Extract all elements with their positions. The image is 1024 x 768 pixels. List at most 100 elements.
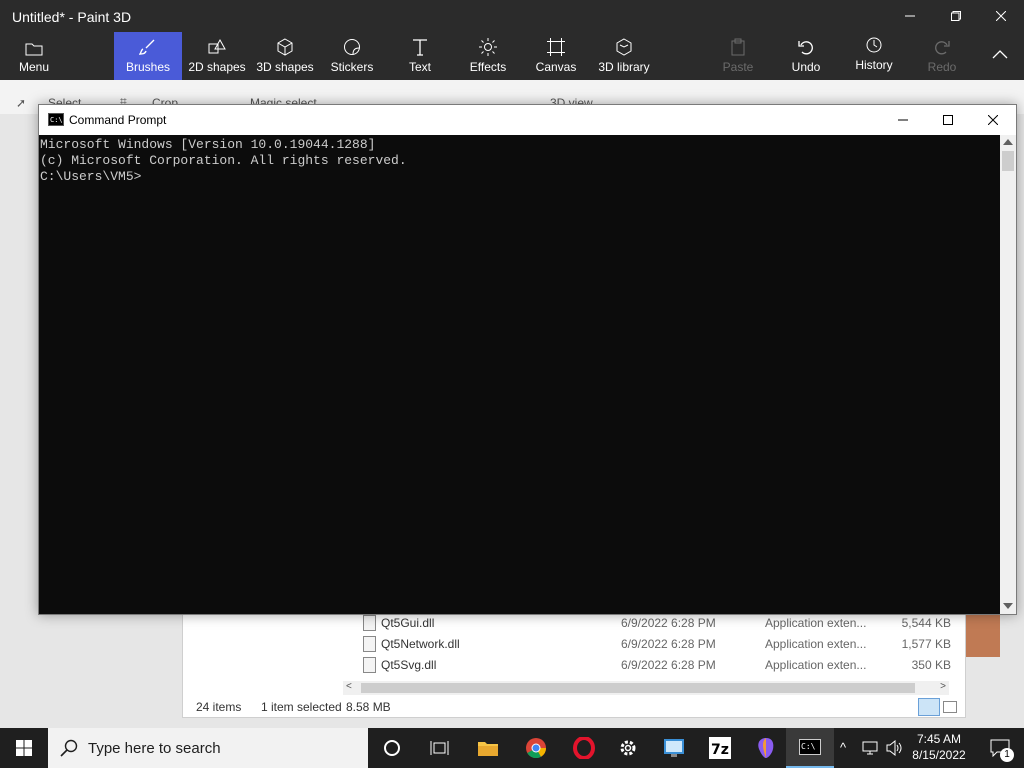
svg-text:C:\: C:\ <box>50 116 63 124</box>
sticker-icon <box>344 39 360 55</box>
file-explorer-window: Qt5Gui.dll 6/9/2022 6:28 PM Application … <box>182 612 966 718</box>
pointer-icon: ➚ <box>16 96 27 110</box>
ribbon-menu-button[interactable]: Menu <box>8 32 60 80</box>
notification-center-button[interactable]: 1 <box>976 728 1024 768</box>
cmd-icon: C:\ <box>799 739 821 755</box>
paint-maximize-button[interactable] <box>933 0 979 32</box>
task-view-button[interactable] <box>416 728 464 768</box>
ribbon-3d-shapes-button[interactable]: 3D shapes <box>254 32 316 80</box>
history-icon <box>866 37 882 53</box>
status-item-count: 24 items <box>196 700 242 714</box>
file-type: Application exten... <box>765 616 867 630</box>
console-line: (c) Microsoft Corporation. All rights re… <box>40 153 407 168</box>
file-date: 6/9/2022 6:28 PM <box>621 637 716 651</box>
svg-text:7z: 7z <box>711 742 729 758</box>
ribbon-redo-button[interactable]: Redo <box>922 32 962 80</box>
search-icon <box>60 739 78 757</box>
taskbar-clock[interactable]: 7:45 AM 8/15/2022 <box>906 731 972 763</box>
file-type: Application exten... <box>765 658 867 672</box>
command-prompt-window: C:\ Command Prompt Microsoft Windows [Ve… <box>38 104 1017 615</box>
cmd-close-button[interactable] <box>970 104 1016 136</box>
explorer-status-bar: 24 items 1 item selected 8.58 MB <box>183 697 965 718</box>
taskbar-file-explorer[interactable] <box>464 728 512 768</box>
taskbar-chrome[interactable] <box>512 728 560 768</box>
paint3d-icon <box>758 738 774 758</box>
7zip-icon: 7z <box>709 737 731 759</box>
explorer-horizontal-scrollbar[interactable]: < > <box>343 681 949 695</box>
cube-icon <box>277 38 293 56</box>
file-row[interactable]: Qt5Network.dll 6/9/2022 6:28 PM Applicat… <box>183 634 965 655</box>
chevron-up-icon[interactable]: ^ <box>840 740 846 755</box>
sun-icon <box>479 38 497 56</box>
ribbon-canvas-button[interactable]: Canvas <box>532 32 580 80</box>
details-view-icon[interactable] <box>918 698 940 716</box>
start-button[interactable] <box>0 728 48 768</box>
clock-date: 8/15/2022 <box>912 748 966 762</box>
ribbon-effects-button[interactable]: Effects <box>464 32 512 80</box>
folder-icon <box>478 742 498 756</box>
2d-shapes-icon <box>208 38 226 54</box>
ribbon-paste-button[interactable]: Paste <box>718 32 758 80</box>
ribbon-brushes-button[interactable]: Brushes <box>114 32 182 80</box>
volume-icon[interactable] <box>886 740 902 756</box>
taskbar-7zip[interactable]: 7z <box>696 728 744 768</box>
cmd-console[interactable]: Microsoft Windows [Version 10.0.19044.12… <box>39 135 1000 614</box>
file-name: Qt5Network.dll <box>381 637 460 651</box>
ribbon-stickers-button[interactable]: Stickers <box>324 32 380 80</box>
cmd-minimize-button[interactable] <box>880 104 926 136</box>
taskbar-paint3d[interactable] <box>742 728 790 768</box>
taskbar-opera[interactable] <box>560 728 608 768</box>
file-name: Qt5Svg.dll <box>381 658 437 672</box>
taskbar-settings[interactable] <box>604 728 652 768</box>
taskbar-command-prompt[interactable]: C:\ <box>786 728 834 768</box>
svg-text:C:\: C:\ <box>801 742 816 751</box>
undo-icon <box>798 41 813 55</box>
windows-logo-icon <box>16 740 32 756</box>
scroll-left-icon[interactable]: < <box>346 681 352 692</box>
ribbon-2d-shapes-button[interactable]: 2D shapes <box>186 32 248 80</box>
taskbar-search-box[interactable]: Type here to search <box>48 728 368 768</box>
file-type: Application exten... <box>765 637 867 651</box>
dll-file-icon <box>363 636 376 652</box>
chevron-up-icon <box>992 50 1008 59</box>
folder-icon <box>25 43 43 56</box>
console-line: Microsoft Windows [Version 10.0.19044.12… <box>40 137 376 152</box>
cmd-window-title: Command Prompt <box>69 113 167 127</box>
scroll-up-icon[interactable] <box>1003 139 1013 145</box>
cmd-maximize-button[interactable] <box>925 104 971 136</box>
network-icon[interactable] <box>862 741 880 755</box>
cmd-scroll-thumb[interactable] <box>1002 151 1014 171</box>
redo-icon <box>935 41 950 55</box>
text-icon <box>413 39 427 56</box>
paint-minimize-button[interactable] <box>887 0 933 32</box>
status-size: 8.58 MB <box>346 700 391 714</box>
ribbon-text-button[interactable]: Text <box>396 32 444 80</box>
notification-count-badge: 1 <box>1000 748 1014 762</box>
file-name: Qt5Gui.dll <box>381 616 435 630</box>
ribbon-collapse-button[interactable] <box>984 32 1016 80</box>
large-icons-view-icon[interactable] <box>943 701 957 713</box>
file-size: 350 KB <box>911 658 951 672</box>
ribbon-history-button[interactable]: History <box>850 32 898 80</box>
cmd-app-icon: C:\ <box>48 113 64 126</box>
paint-close-button[interactable] <box>978 0 1024 32</box>
scroll-right-icon[interactable]: > <box>940 681 946 692</box>
file-date: 6/9/2022 6:28 PM <box>621 658 716 672</box>
scroll-down-icon[interactable] <box>1003 603 1013 609</box>
file-size: 5,544 KB <box>901 616 951 630</box>
task-view-icon <box>430 741 449 755</box>
cortana-button[interactable] <box>368 728 416 768</box>
status-selected: 1 item selected <box>261 700 342 714</box>
paint-titlebar: Untitled* - Paint 3D <box>0 0 1024 32</box>
taskbar-control-panel[interactable] <box>650 728 698 768</box>
cmd-vertical-scrollbar[interactable] <box>1000 135 1016 614</box>
scroll-thumb[interactable] <box>361 683 915 693</box>
ribbon-undo-button[interactable]: Undo <box>786 32 826 80</box>
file-row[interactable]: Qt5Gui.dll 6/9/2022 6:28 PM Application … <box>183 613 965 634</box>
opera-icon <box>573 737 595 759</box>
paint-ribbon: Menu Brushes 2D shapes 3D shapes Sticker… <box>0 32 1024 80</box>
ribbon-3d-library-button[interactable]: 3D library <box>594 32 654 80</box>
file-row[interactable]: Qt5Svg.dll 6/9/2022 6:28 PM Application … <box>183 655 965 676</box>
color-swatch[interactable] <box>966 615 1000 657</box>
cortana-icon <box>384 740 400 756</box>
